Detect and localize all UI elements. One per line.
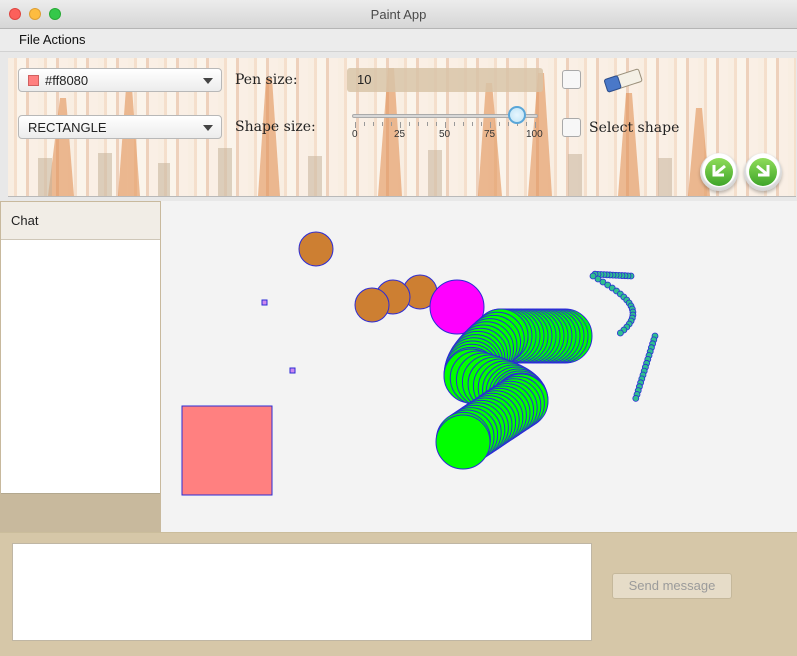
chevron-down-icon [203,78,213,84]
slider-tick [472,122,473,126]
redo-button[interactable] [744,153,782,191]
slider-tick [373,122,374,126]
slider-tick [508,122,509,126]
select-shape-label: Select shape [589,120,680,136]
slider-tick [364,122,365,126]
brush-dab [616,329,624,337]
chat-title: Chat [11,213,39,228]
chat-panel: Chat [0,201,161,532]
slider-tick [382,122,383,126]
eraser-checkbox[interactable] [562,70,581,89]
slider-tick [436,122,437,126]
shape-selector[interactable]: RECTANGLE [18,115,222,139]
circle-shape[interactable] [354,287,390,323]
slider-tick [418,122,419,126]
color-value: #ff8080 [45,73,89,88]
slider-tick [490,122,491,128]
teal-brush-stroke[interactable] [589,270,659,402]
shape-size-slider-thumb[interactable] [508,106,526,124]
slider-tick [535,122,536,128]
slider-tick [481,122,482,126]
shape-size-label: Shape size: [235,119,316,135]
slider-tick [499,122,500,126]
brush-dab [632,394,640,402]
select-shape-checkbox[interactable] [562,118,581,137]
rectangle-shape[interactable] [181,405,273,496]
small-square-shape[interactable] [289,367,296,374]
color-picker[interactable]: #ff8080 [18,68,222,92]
slider-tick [355,122,356,128]
eraser-icon[interactable] [601,66,645,94]
small-square-shape[interactable] [261,299,268,306]
slider-tick [526,122,527,126]
slider-tick [391,122,392,126]
undo-button[interactable] [700,153,738,191]
brush-dab [435,414,491,470]
slider-tick [400,122,401,128]
chat-tab[interactable]: Chat [1,202,160,240]
slider-tick-label: 100 [526,129,543,140]
menu-file-actions[interactable]: File Actions [19,32,85,47]
slider-tick [463,122,464,126]
slider-tick-label: 25 [394,129,406,140]
canvas-shapes [181,231,659,496]
message-input[interactable] [12,543,592,641]
slider-tick [454,122,455,126]
shape-value: RECTANGLE [28,120,107,135]
chevron-down-icon [203,125,213,131]
pen-size-input[interactable]: 10 [347,68,543,92]
drawing-canvas[interactable] [161,201,797,532]
slider-tick-label: 75 [484,129,496,140]
pen-size-label: Pen size: [235,72,298,88]
slider-tick [409,122,410,126]
color-swatch [28,75,39,86]
slider-tick-label: 50 [439,129,451,140]
redo-icon [756,164,770,177]
chat-log[interactable] [1,240,160,494]
window-title: Paint App [370,7,427,22]
menu-bar: File Actions [0,29,797,52]
circle-shape[interactable] [298,231,334,267]
send-message-button[interactable]: Send message [612,573,732,599]
undo-icon [712,164,726,177]
slider-tick [427,122,428,126]
title-bar: Paint App [0,0,797,29]
slider-tick [445,122,446,128]
slider-tick-label: 0 [352,129,358,140]
